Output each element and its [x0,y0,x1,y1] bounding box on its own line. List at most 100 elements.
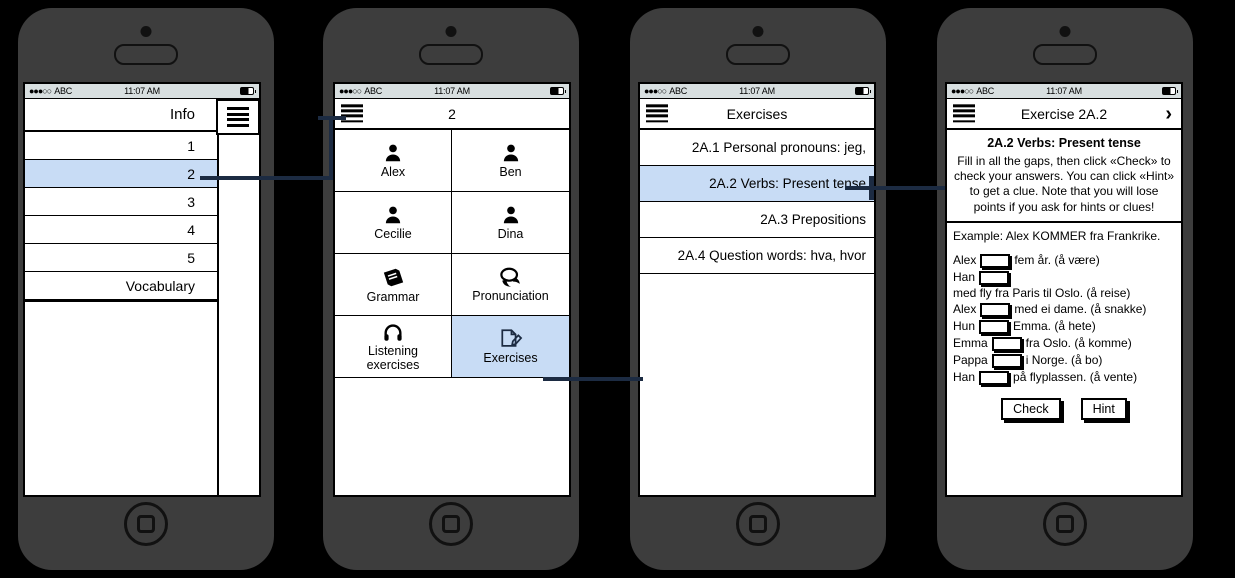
exercise-instructions: Fill in all the gaps, then click «Check»… [953,154,1175,214]
tile-alex[interactable]: Alex [335,130,452,192]
gap-prefix: Alex [953,252,977,267]
exercise-list-item[interactable]: 2A.1 Personal pronouns: jeg, [640,130,874,166]
hamburger-icon[interactable] [953,102,975,125]
status-bar-1: ●●●○○ ABC 11:07 AM [25,84,259,99]
signal-dots-icon: ●●●○○ [951,86,974,96]
speaker-grill [419,44,483,65]
gap-input[interactable] [979,270,1010,285]
screen-3: ●●●○○ ABC 11:07 AM Exercises 2A.1 Person… [638,82,876,497]
list-item[interactable]: 5 [25,244,217,272]
gap-prefix: Han [953,369,976,384]
carrier-label: ABC [976,86,995,96]
phone-3: ●●●○○ ABC 11:07 AM Exercises 2A.1 Person… [630,8,886,570]
list-item-selected[interactable]: 2 [25,160,217,188]
gap-suffix: med fly fra Paris til Oslo. (å reise) [953,285,1131,300]
clock-label: 11:07 AM [434,86,470,96]
battery-icon [855,87,871,95]
chevron-right-icon[interactable]: › [1165,104,1172,124]
gap-line: Han på flyplassen. (å vente) [953,370,1175,386]
gap-input[interactable] [991,336,1022,351]
home-button[interactable] [429,502,473,546]
home-button[interactable] [736,502,780,546]
tile-label: Exercises [483,351,538,365]
carrier-label: ABC [364,86,383,96]
status-bar-3: ●●●○○ ABC 11:07 AM [640,84,874,99]
signal-dots-icon: ●●●○○ [339,86,362,96]
tile-grammar[interactable]: Grammar [335,254,452,316]
screen-4: ●●●○○ ABC 11:07 AM Exercise 2A.2 › 2A.2 … [945,82,1183,497]
tile-ben[interactable]: Ben [452,130,569,192]
check-button[interactable]: Check [1001,397,1061,420]
exercise-heading: 2A.2 Verbs: Present tense [987,136,1141,150]
hamburger-icon[interactable] [341,102,363,125]
gap-input[interactable] [980,253,1011,268]
tile-label: Pronunciation [472,289,549,303]
gap-input[interactable] [991,353,1022,368]
menu-button[interactable] [216,99,259,135]
gap-prefix: Alex [953,302,977,317]
connector-3-to-4-tick [869,176,874,200]
tile-label: Grammar [366,289,420,304]
speaker-grill [114,44,178,65]
phone-1: ●●●○○ ABC 11:07 AM Info 1 2 3 4 5 Vocabu… [18,8,274,570]
empty-list-area [25,300,217,484]
tile-dina[interactable]: Dina [452,192,569,254]
exercise-list-item[interactable]: 2A.4 Question words: hva, hvor [640,238,874,274]
camera-dot [752,26,764,37]
person-icon [503,206,518,224]
clock-label: 11:07 AM [739,86,775,96]
list-item[interactable]: 1 [25,132,217,160]
gap-suffix: på flyplassen. (å vente) [1013,369,1138,384]
list-item[interactable]: Vocabulary [25,272,217,300]
hamburger-icon[interactable] [646,102,668,125]
hint-button[interactable]: Hint [1080,397,1127,420]
gap-line: Hun Emma. (å hete) [953,319,1175,335]
person-icon [385,206,401,224]
gap-line: Emma fra Oslo. (å komme) [953,336,1175,352]
speaker-grill [1033,44,1097,65]
connector-1-to-2-head [318,116,346,120]
gap-line: Alex fem år. (å være) [953,253,1175,269]
battery-icon [1162,87,1178,95]
side-drawer-panel [217,99,259,495]
carrier-label: ABC [669,86,688,96]
tile-grid: Alex Ben Cecilie Dina Grammar Pronunciat… [335,130,569,378]
gap-prefix: Hun [953,319,976,334]
gap-line: Pappa i Norge. (å bo) [953,353,1175,369]
camera-dot [140,26,152,37]
gap-prefix: Emma [953,336,988,351]
nav-bar-2: 2 [335,99,569,130]
tile-listening-exercises[interactable]: Listening exercises [335,316,452,378]
signal-dots-icon: ●●●○○ [29,86,52,96]
exercise-example: Example: Alex KOMMER fra Frankrike. [953,228,1161,243]
exercise-list-item[interactable]: 2A.3 Prepositions [640,202,874,238]
action-buttons: Check Hint [953,397,1175,420]
gap-line: Han med fly fra Paris til Oslo. (å reise… [953,270,1175,302]
camera-dot [445,26,457,37]
nav-bar-4: Exercise 2A.2 › [947,99,1181,130]
list-item[interactable]: 3 [25,188,217,216]
exercise-list-item-selected[interactable]: 2A.2 Verbs: Present tense [640,166,874,202]
empty-grid-area [335,378,569,444]
gap-suffix: fra Oslo. (å komme) [1025,336,1132,351]
gap-input[interactable] [979,370,1010,385]
clock-label: 11:07 AM [1046,86,1082,96]
page-title: Exercise 2A.2 [1020,105,1108,122]
tile-exercises-selected[interactable]: Exercises [452,316,569,378]
exercise-description: 2A.2 Verbs: Present tense Fill in all th… [947,130,1181,223]
connector-3-to-4 [845,186,945,190]
home-button[interactable] [124,502,168,546]
gap-suffix: med ei dame. (å snakke) [1014,302,1147,317]
battery-icon [240,87,256,95]
phone-2: ●●●○○ ABC 11:07 AM 2 Alex Ben Cecilie Di… [323,8,579,570]
gap-input[interactable] [979,320,1010,335]
speech-bubble-icon [499,267,520,287]
tile-label: Listening exercises [366,344,420,372]
tile-cecilie[interactable]: Cecilie [335,192,452,254]
gap-input[interactable] [980,303,1011,318]
tile-label: Alex [380,165,406,179]
home-button[interactable] [1043,502,1087,546]
hamburger-icon [227,105,249,129]
tile-pronunciation[interactable]: Pronunciation [452,254,569,316]
list-item[interactable]: 4 [25,216,217,244]
